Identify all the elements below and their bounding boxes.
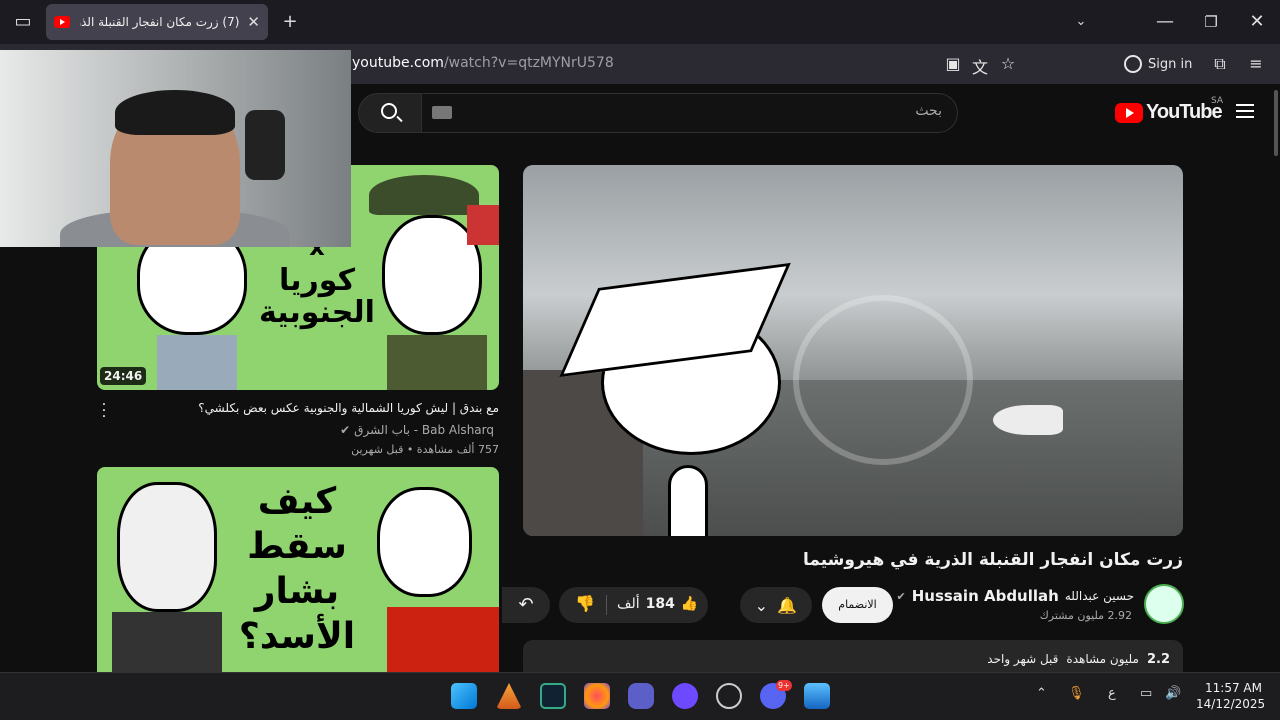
share-icon: ↶ [518,594,534,615]
input-language[interactable]: ع [1108,686,1116,701]
channel-name-latin: Hussain Abdullah [911,587,1059,605]
clock-date: 14/12/2025 [1196,697,1266,711]
firefox-icon[interactable] [584,683,610,709]
thumb-flag [467,205,499,245]
thumb2-text: كيف سقط بشار الأسد؟ [238,481,356,657]
microphone-icon[interactable]: 🎙 [1068,686,1085,701]
sign-in-button[interactable]: Sign in [1124,50,1192,78]
subscriber-count: 2.92 مليون مشترك [1039,609,1132,622]
notification-button[interactable]: ⌄ 🔔 [740,587,812,623]
youtube-play-icon [1115,102,1143,123]
like-icon: 👍 [680,596,699,612]
app-icon-terminal[interactable] [540,683,566,709]
chevron-down-icon: ⌄ [754,595,769,615]
verified-icon: ✔ [896,589,906,603]
photos-icon[interactable] [804,683,830,709]
close-tab-icon[interactable]: ✕ [247,13,260,31]
country-code: SA [1211,96,1224,106]
recommendation-channel[interactable]: Bab Alsharq - باب الشرق ✔ [340,423,494,437]
browser-tab-active[interactable]: (7) زرت مكان انفجار القنبلة الذرية ✕ [46,4,268,40]
translate-icon[interactable]: 文 [970,54,990,77]
search-input[interactable] [421,93,958,133]
search-placeholder: بحث [915,103,942,119]
extensions-icon[interactable]: ⧉ [1210,54,1230,74]
channel-name[interactable]: حسين عبدالله Hussain Abdullah ✔ [897,587,1135,605]
browser-menu-icon[interactable]: ≡ [1246,54,1266,74]
search-icon [381,103,397,119]
address-bar[interactable]: youtube.com/watch?v=qtzMYNrU578 [352,55,614,71]
close-window-icon[interactable]: ✕ [1234,0,1280,44]
channel-avatar[interactable] [1144,584,1184,624]
dislike-icon[interactable]: 👎 [575,594,595,613]
view-stats: 2.2 مليون مشاهدة قبل شهر واحد [987,652,1170,667]
picture-in-picture-icon[interactable]: ▣ [943,54,963,74]
app-icon-clock[interactable] [716,683,742,709]
account-icon [1124,55,1142,73]
like-unit: ألف [617,596,640,612]
youtube-favicon-icon [54,16,70,28]
tab-title: (7) زرت مكان انفجار القنبلة الذرية [80,15,240,29]
duration-badge: 24:46 [100,367,147,385]
upload-age: قبل شهر واحد [987,652,1059,666]
recommendation-thumbnail-2[interactable]: كيف سقط بشار الأسد؟ [97,467,499,680]
url-domain: youtube.com [352,55,444,71]
like-count: 184 [645,596,675,612]
bell-icon: 🔔 [777,595,798,615]
video-frame-airplane [993,405,1063,435]
recommendation-channel-name: Bab Alsharq - باب الشرق [354,423,494,437]
video-frame-watermark [793,295,973,465]
network-icon[interactable]: ▭ [1140,686,1152,701]
taskbar-clock[interactable]: 11:57 AM 14/12/2025 [1196,680,1266,712]
recommendation-title[interactable]: مع بندق | ليش كوريا الشمالية والجنوبية ع… [198,401,499,415]
tab-list-chevron-icon[interactable]: ⌄ [1058,0,1104,44]
thumb2-character-right [377,487,472,597]
url-path: /watch?v=qtzMYNrU578 [443,55,614,71]
like-separator [606,595,607,615]
tab-overview-icon[interactable]: ▭ [0,0,46,44]
share-button[interactable]: ↶ [502,587,550,623]
restore-icon[interactable]: ❐ [1188,0,1234,44]
sign-in-label: Sign in [1148,56,1193,72]
video-player[interactable] [523,165,1183,536]
new-tab-icon[interactable]: + [267,0,313,44]
join-button[interactable]: الانضمام [822,587,893,623]
bookmark-star-icon[interactable]: ☆ [998,54,1018,74]
more-actions-icon[interactable]: · · · [101,398,107,424]
teams-icon[interactable] [628,683,654,709]
webcam-microphone [245,110,285,180]
guide-menu-icon[interactable] [1236,104,1254,118]
page-scrollbar[interactable] [1274,90,1278,156]
tray-overflow-icon[interactable]: ⌃ [1036,686,1047,701]
thumb2-cape [387,607,499,680]
volume-icon[interactable]: 🔊 [1165,686,1181,701]
channel-name-arabic: حسين عبدالله [1064,589,1134,603]
browser-tab-strip: ▭ (7) زرت مكان انفجار القنبلة الذرية ✕ +… [0,0,1280,44]
search-button[interactable] [358,93,422,133]
clock-time: 11:57 AM [1205,681,1262,695]
start-button-icon[interactable] [451,683,477,709]
thumb-uniform [387,335,487,390]
webcam-person-hair [115,90,235,135]
thumb-text-title: كوريا الجنوبية [259,263,375,330]
keyboard-icon[interactable] [432,106,452,119]
minimize-icon[interactable]: — [1142,0,1188,44]
like-dislike-bar: 👎 👍 184 ألف [559,587,708,623]
thumb2-suit [112,612,222,680]
thumb-military-cap [369,175,479,215]
view-label: مليون مشاهدة [1066,652,1139,666]
webcam-overlay [0,50,351,247]
thumb2-character-left [117,482,217,612]
thumb-character-left-body [157,335,237,390]
youtube-logo[interactable]: YouTube [1115,101,1223,124]
cartoon-character-body [668,465,708,536]
app-icon-circle[interactable] [672,683,698,709]
discord-badge: 9+ [776,680,792,691]
view-count: 2.2 [1146,652,1170,667]
recommendation-meta: 757 ألف مشاهدة • قبل شهرين [351,443,499,456]
verified-icon: ✔ [340,423,351,437]
video-title: زرت مكان انفجار القنبلة الذرية في هيروشي… [802,550,1183,570]
like-button[interactable]: 👍 184 ألف [617,596,698,612]
